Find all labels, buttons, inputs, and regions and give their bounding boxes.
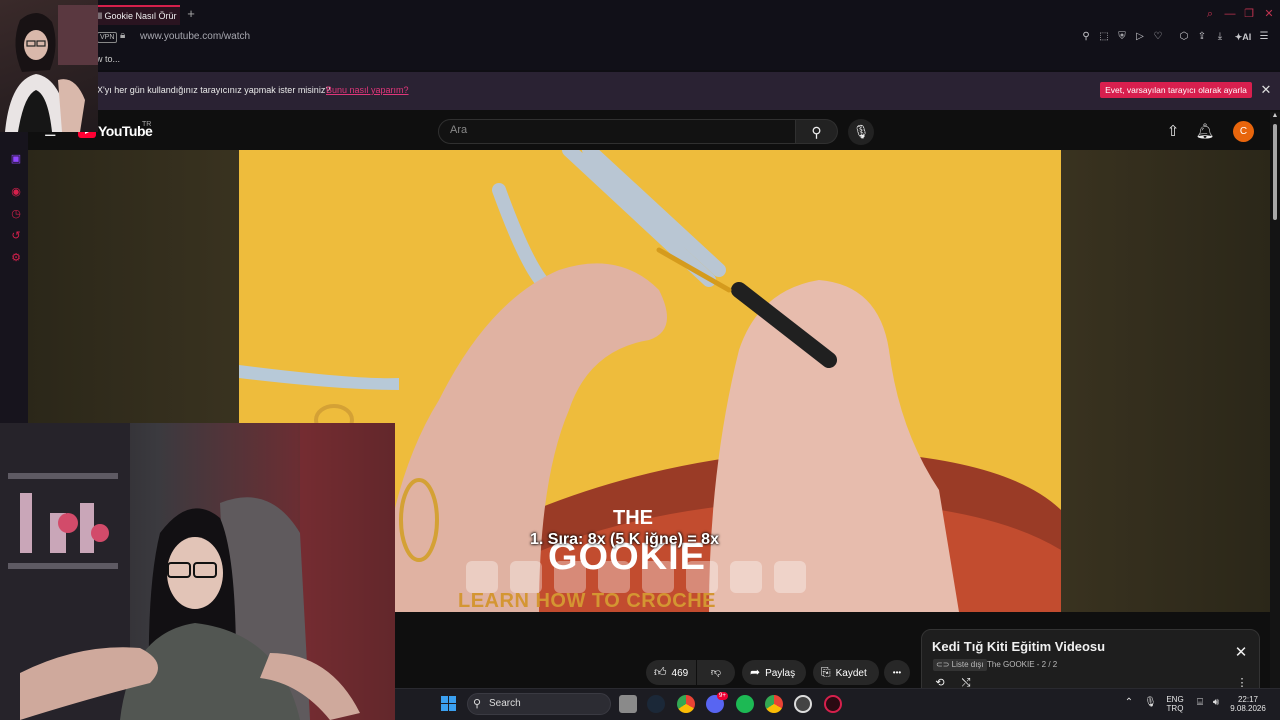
bookmark-item[interactable]: w to...: [96, 54, 120, 64]
dislike-button[interactable]: 👎︎: [697, 660, 735, 685]
adblock-icon[interactable]: ⛨: [1115, 30, 1129, 44]
messenger-icon[interactable]: ↺: [9, 229, 23, 243]
unlisted-badge: ⊂⊃ Liste dışı: [933, 659, 987, 671]
discord-badge: 9+: [717, 692, 728, 700]
bookmarks-bar: [0, 48, 1280, 70]
spotify-icon[interactable]: [736, 695, 754, 713]
menu-icon[interactable]: ☰: [1257, 30, 1271, 44]
video-caption: 1. Sıra: 8x (5 K iğne) = 8x: [530, 531, 719, 548]
share-button[interactable]: ➦ Paylaş: [742, 660, 806, 685]
taskbar-search-icon: ⚲: [473, 698, 482, 710]
voice-search-icon[interactable]: 🎙︎: [848, 119, 874, 145]
infobar-close-icon[interactable]: ✕: [1258, 82, 1274, 98]
thumbs-up-icon: 👍︎: [654, 665, 667, 679]
avatar[interactable]: C: [1233, 121, 1254, 142]
taskbar-search-label: Search: [489, 698, 521, 709]
network-icon[interactable]: ⌸: [1194, 697, 1206, 709]
mic-tray-icon[interactable]: 🎙︎: [1144, 697, 1157, 709]
player-sidebar-icon[interactable]: ◉: [9, 185, 23, 199]
player-icon[interactable]: ▷: [1133, 30, 1147, 44]
playlist-close-icon[interactable]: ✕: [1233, 645, 1249, 661]
chrome-profile-icon[interactable]: [765, 695, 783, 713]
windows-start-icon[interactable]: [441, 696, 456, 711]
volume-icon[interactable]: 🔊︎: [1210, 697, 1222, 709]
search-icon: ⚲: [811, 124, 822, 140]
chrome-icon[interactable]: [677, 695, 695, 713]
new-tab-button[interactable]: +: [184, 6, 198, 22]
webcam-overlay-small: [0, 0, 98, 132]
settings-icon[interactable]: ⚙: [9, 251, 23, 265]
heart-icon[interactable]: ♡: [1151, 30, 1165, 44]
share-icon[interactable]: ⇪: [1195, 30, 1209, 44]
ai-button[interactable]: ✦AI: [1233, 30, 1253, 44]
more-actions-button[interactable]: •••: [884, 660, 910, 685]
clock-time: 22:17: [1237, 695, 1259, 704]
unlisted-label: Liste dışı: [951, 660, 984, 669]
twitch-icon[interactable]: ▣: [9, 152, 23, 166]
share-label: Paylaş: [765, 668, 796, 679]
tray-overflow-icon[interactable]: ⌃: [1123, 697, 1135, 709]
task-view-icon[interactable]: [619, 695, 637, 713]
set-default-button[interactable]: Evet, varsayılan tarayıcı olarak ayarla: [1100, 82, 1252, 98]
bookmark-save-icon: ⎘: [821, 665, 831, 679]
playlist-title[interactable]: Kedi Tığ Kiti Eğitim Videosu: [932, 639, 1105, 654]
restore-icon[interactable]: ❐: [1241, 6, 1257, 22]
like-button[interactable]: 👍︎ 469: [646, 660, 696, 685]
steam-icon[interactable]: [647, 695, 665, 713]
save-label: Kaydet: [835, 668, 867, 679]
search-tabs-icon[interactable]: ⌕: [1202, 6, 1218, 22]
vpn-badge[interactable]: VPN: [97, 32, 118, 43]
clock-date: 9.08.2026: [1230, 704, 1266, 713]
tab-active[interactable]: ll Gookie Nasıl Örür: [92, 5, 180, 25]
download-icon[interactable]: ⤓: [1213, 30, 1227, 44]
scrollbar-thumb[interactable]: [1273, 124, 1277, 220]
ai-label: AI: [1242, 32, 1252, 42]
video-logo-tagline: LEARN HOW TO CROCHE: [458, 590, 717, 612]
upload-icon[interactable]: ⇧: [1163, 122, 1183, 142]
screen: ll Gookie Nasıl Örür + ⌕ — ❐ ✕ VPN 🔒︎ ww…: [0, 0, 1280, 720]
webcam-small-figure: [5, 5, 98, 132]
history-icon[interactable]: ◷: [9, 207, 23, 221]
video-logo-the: THE: [613, 507, 653, 529]
url-field[interactable]: www.youtube.com/watch: [140, 31, 250, 42]
language-top: ENG: [1166, 695, 1184, 704]
lock-icon[interactable]: 🔒︎: [120, 30, 125, 41]
scroll-up-icon[interactable]: ▲: [1270, 112, 1280, 122]
infobar-message: X'yı her gün kullandığınız tarayıcınız y…: [97, 85, 331, 95]
webcam-overlay-main: [0, 423, 395, 720]
thumbs-down-icon: 👎︎: [710, 667, 722, 678]
playlist-channel[interactable]: The GOOKIE - 2 / 2: [987, 660, 1057, 669]
search-placeholder: Ara: [450, 124, 468, 136]
opera-gx-icon[interactable]: [824, 695, 842, 713]
close-window-icon[interactable]: ✕: [1261, 6, 1277, 22]
snapshot-icon[interactable]: ⬚: [1097, 30, 1111, 44]
extensions-icon[interactable]: ⬡: [1177, 30, 1191, 44]
minimize-icon[interactable]: —: [1222, 6, 1238, 22]
link-icon: ⊂⊃: [936, 660, 950, 669]
clock[interactable]: 22:17 9.08.2026: [1228, 695, 1268, 713]
notifications-icon[interactable]: 🔔︎: [1195, 122, 1215, 142]
obs-icon[interactable]: [794, 695, 812, 713]
share-arrow-icon: ➦: [750, 665, 761, 679]
language-indicator[interactable]: ENG TRQ: [1164, 695, 1186, 713]
infobar-link[interactable]: Bunu nasıl yaparım?: [326, 85, 409, 95]
country-code: TR: [142, 121, 152, 128]
save-button[interactable]: ⎘ Kaydet: [813, 660, 879, 685]
bookmark-icon[interactable]: ⚲: [1079, 30, 1093, 44]
like-count: 469: [671, 668, 689, 679]
tab-title: ll Gookie Nasıl Örür: [98, 11, 177, 21]
language-bottom: TRQ: [1166, 704, 1184, 713]
search-input[interactable]: [438, 119, 796, 144]
search-button[interactable]: ⚲: [796, 119, 838, 144]
webcam-main-scene: [0, 423, 395, 720]
